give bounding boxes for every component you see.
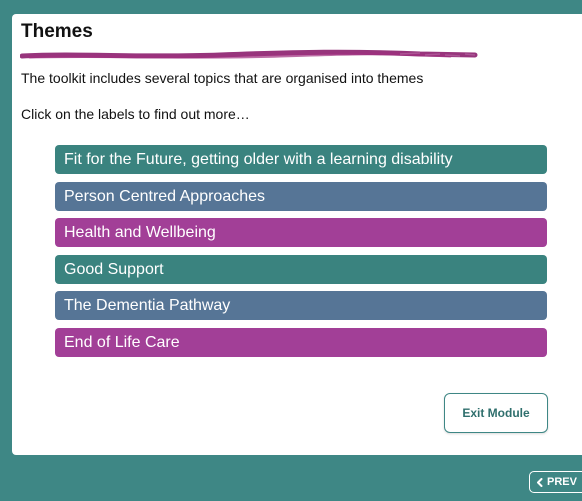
topic-person-centred-approaches[interactable]: Person Centred Approaches [55,181,547,211]
topic-list: Fit for the Future, getting older with a… [55,145,547,364]
chevron-left-icon [537,477,543,487]
prev-button[interactable]: PREV [529,471,582,493]
topic-end-of-life-care[interactable]: End of Life Care [55,327,547,357]
page-title: Themes [21,21,93,42]
instruction-text: Click on the labels to find out more… [21,106,250,122]
exit-module-button[interactable]: Exit Module [444,393,548,433]
brush-stroke-divider [20,49,478,59]
topic-good-support[interactable]: Good Support [55,254,547,284]
intro-text: The toolkit includes several topics that… [21,70,424,86]
content-panel: Themes The toolkit includes several topi… [12,14,582,455]
topic-health-and-wellbeing[interactable]: Health and Wellbeing [55,218,547,247]
topic-fit-for-the-future[interactable]: Fit for the Future, getting older with a… [55,145,547,174]
prev-button-label: PREV [547,476,577,488]
topic-dementia-pathway[interactable]: The Dementia Pathway [55,291,547,320]
